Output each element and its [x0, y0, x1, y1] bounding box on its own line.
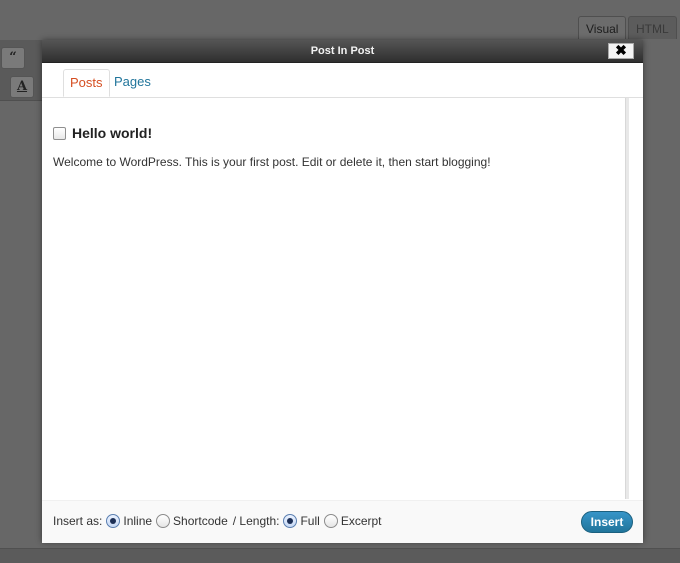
post-excerpt: Welcome to WordPress. This is your first… [53, 155, 491, 169]
tab-html: HTML [628, 16, 677, 39]
text-color-button: A [10, 76, 34, 98]
post-checkbox[interactable] [53, 126, 66, 140]
close-button[interactable]: ✖ [608, 43, 634, 59]
insert-button[interactable]: Insert [581, 511, 633, 533]
post-title: Hello world! [72, 125, 153, 141]
insert-as-label: Insert as: [53, 514, 103, 528]
close-icon: ✖ [615, 42, 627, 58]
shortcode-label: Shortcode [173, 514, 228, 528]
excerpt-radio[interactable] [323, 514, 338, 528]
post-item: Hello world! [53, 125, 152, 141]
full-radio[interactable] [283, 514, 298, 528]
inline-label: Inline [123, 514, 153, 528]
post-in-post-dialog: Post In Post ✖ Posts Pages Hello world! … [42, 40, 643, 543]
inline-radio[interactable] [106, 514, 121, 528]
tab-pages[interactable]: Pages [108, 69, 157, 95]
dialog-title: Post In Post [310, 45, 375, 57]
shortcode-radio[interactable] [156, 514, 171, 528]
dialog-titlebar: Post In Post ✖ [42, 40, 643, 63]
length-label: / Length: [232, 514, 280, 528]
insert-options: Insert as: Inline Shortcode / Length: Fu… [53, 514, 383, 528]
tab-visual: Visual [578, 16, 627, 39]
editor-bottom-bar [0, 548, 680, 563]
excerpt-label: Excerpt [340, 514, 382, 528]
full-label: Full [300, 514, 320, 528]
blockquote-button: “ [1, 47, 25, 69]
tab-posts[interactable]: Posts [63, 69, 110, 97]
dialog-footer: Insert as: Inline Shortcode / Length: Fu… [42, 500, 643, 543]
post-list: Hello world! Welcome to WordPress. This … [42, 98, 626, 498]
scrollbar[interactable] [625, 98, 629, 499]
dialog-tabs: Posts Pages [42, 63, 643, 98]
